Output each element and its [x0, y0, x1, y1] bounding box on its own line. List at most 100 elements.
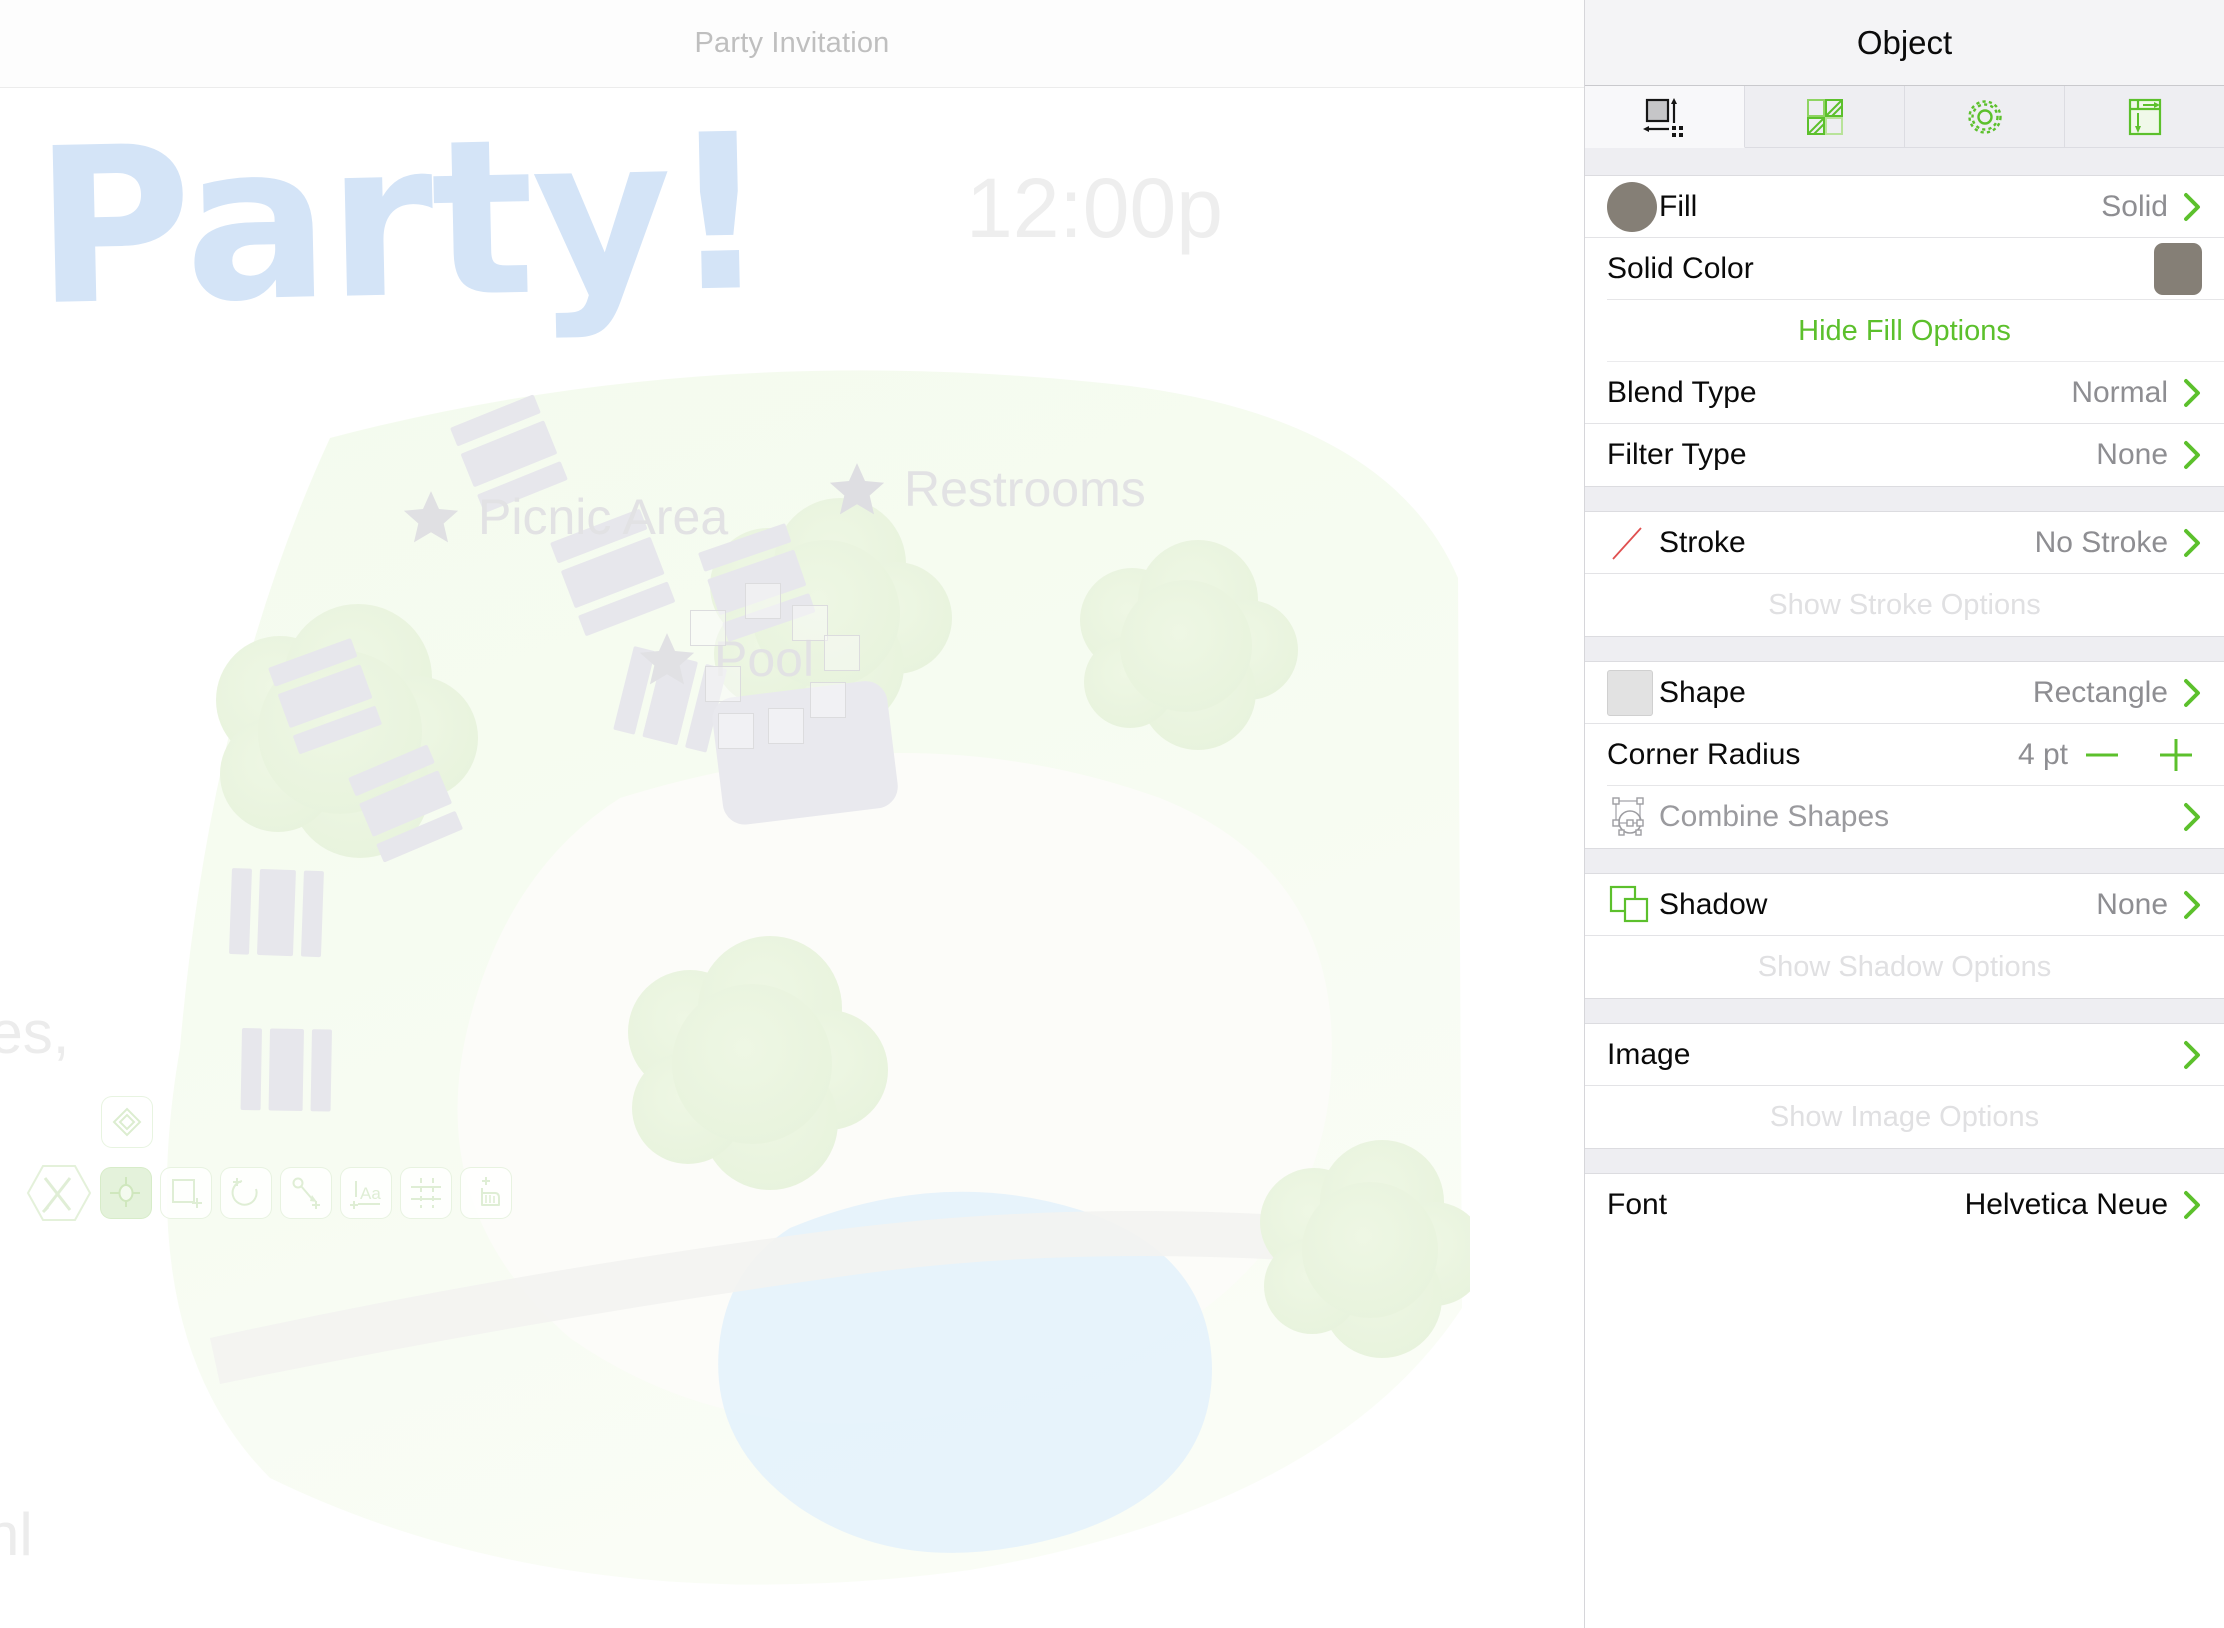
drawing-toolbar[interactable]: Aa [26, 1164, 512, 1222]
row-value: None [2096, 888, 2168, 921]
row-label: Blend Type [1607, 376, 1757, 409]
tab-geometry[interactable] [1585, 86, 1745, 148]
row-blend-type[interactable]: Blend Type Normal [1585, 362, 2224, 424]
tab-layout[interactable] [2065, 86, 2224, 148]
hero-headline-text[interactable]: l Party! [0, 88, 769, 356]
section-gap [1585, 148, 2224, 176]
app-root: Party Invitation l Party! 12:00p [0, 0, 2224, 1628]
inspector-tabs[interactable] [1585, 86, 2224, 148]
add-rectangle-icon [172, 1179, 202, 1208]
map-marker-pool[interactable]: Pool [636, 628, 814, 690]
map-marker-restrooms[interactable]: Restrooms [826, 458, 1146, 520]
map-marker-label: Picnic Area [478, 489, 729, 545]
inspector-title: Object [1856, 23, 1953, 61]
link-label: Show Shadow Options [1757, 950, 2052, 983]
chevron-right-icon [2184, 891, 2200, 919]
link-label: Hide Fill Options [1798, 314, 2011, 347]
tab-style[interactable] [1745, 86, 1905, 148]
row-label: Fill [1659, 190, 1698, 223]
canvas-page[interactable]: l Party! 12:00p [0, 88, 1584, 1628]
add-guides-icon [411, 1178, 441, 1208]
object-inspector-panel[interactable]: Object Fill Solid Solid Color Hide Fill … [1584, 0, 2224, 1628]
star-icon [829, 463, 885, 515]
link-label: Show Stroke Options [1768, 588, 2041, 621]
map-marker-picnic-area[interactable]: Picnic Area [400, 486, 728, 548]
inspector-header: Object [1585, 0, 2224, 86]
chevron-right-icon [2184, 1191, 2200, 1219]
section-gap [1585, 486, 2224, 512]
section-gap [1585, 848, 2224, 874]
tool-add-rectangle[interactable] [160, 1167, 212, 1219]
tool-add-pen-path[interactable] [280, 1167, 332, 1219]
hero-time-text[interactable]: 12:00p [966, 160, 1223, 257]
fill-pattern-icon [1806, 98, 1843, 135]
row-label: Stroke [1659, 526, 1746, 559]
chevron-right-icon [2184, 679, 2200, 707]
chevron-right-icon [2184, 441, 2200, 469]
shadow-squares-icon [1607, 882, 1659, 928]
show-stroke-options-button[interactable]: Show Stroke Options [1585, 574, 2224, 636]
tool-add-guides[interactable] [400, 1167, 452, 1219]
tool-draw[interactable] [26, 1164, 92, 1222]
combine-shapes-icon [1607, 794, 1659, 840]
add-text-icon: Aa [350, 1181, 381, 1209]
fill-color-circle-icon [1607, 182, 1659, 232]
row-label: Corner Radius [1607, 738, 1801, 771]
touch-hand-icon [481, 1177, 500, 1206]
tool-touch-hand[interactable] [460, 1167, 512, 1219]
row-solid-color[interactable]: Solid Color [1585, 238, 2224, 300]
row-fill[interactable]: Fill Solid [1585, 176, 2224, 238]
body-text-fragment-2[interactable]: nl [0, 1500, 33, 1569]
document-title: Party Invitation [694, 27, 890, 59]
star-icon [639, 633, 695, 685]
corner-radius-value: 4 pt [2017, 738, 2068, 771]
canvas-area[interactable]: Party Invitation l Party! 12:00p [0, 0, 1584, 1628]
row-value: Normal [2071, 376, 2168, 409]
pencil-pen-cross-icon [26, 1165, 92, 1221]
row-filter-type[interactable]: Filter Type None [1585, 424, 2224, 486]
row-font[interactable]: Font Helvetica Neue [1585, 1174, 2224, 1236]
size-arrows-icon [1642, 97, 1683, 137]
minus-icon[interactable] [2082, 735, 2122, 775]
shape-popover-button[interactable] [101, 1096, 153, 1148]
row-label: Filter Type [1607, 438, 1747, 471]
row-label: Combine Shapes [1659, 800, 1890, 833]
show-shadow-options-button[interactable]: Show Shadow Options [1585, 936, 2224, 998]
show-image-options-button[interactable]: Show Image Options [1585, 1086, 2224, 1148]
chevron-right-icon [2184, 1041, 2200, 1069]
hide-fill-options-button[interactable]: Hide Fill Options [1585, 300, 2224, 362]
chevron-right-icon [2184, 193, 2200, 221]
row-value: No Stroke [2034, 526, 2168, 559]
svg-text:Aa: Aa [360, 1184, 381, 1203]
tool-point-select[interactable] [100, 1167, 152, 1219]
tool-add-circle[interactable] [220, 1167, 272, 1219]
section-gap [1585, 1148, 2224, 1174]
row-label: Font [1607, 1188, 1668, 1221]
row-label: Shape [1659, 676, 1746, 709]
row-corner-radius[interactable]: Corner Radius 4 pt [1585, 724, 2224, 786]
plus-icon[interactable] [2156, 735, 2196, 775]
add-circle-icon [231, 1178, 258, 1206]
tool-add-text[interactable]: Aa [340, 1167, 392, 1219]
map-marker-label: Restrooms [904, 461, 1146, 517]
row-label: Solid Color [1607, 252, 1754, 285]
row-stroke[interactable]: Stroke No Stroke [1585, 512, 2224, 574]
text-layout-icon [2128, 98, 2161, 135]
gear-icon [1967, 99, 2002, 134]
row-value: None [2096, 438, 2168, 471]
row-shape[interactable]: Shape Rectangle [1585, 662, 2224, 724]
tab-settings[interactable] [1905, 86, 2065, 148]
stroke-line-icon [1607, 521, 1659, 565]
inspector-content[interactable]: Fill Solid Solid Color Hide Fill Options… [1585, 148, 2224, 1236]
add-pen-path-icon [292, 1177, 320, 1209]
row-value: Helvetica Neue [1964, 1188, 2168, 1221]
solid-color-swatch[interactable] [2154, 243, 2202, 295]
section-gap [1585, 998, 2224, 1024]
document-titlebar: Party Invitation [0, 0, 1584, 88]
row-combine-shapes[interactable]: Combine Shapes [1585, 786, 2224, 848]
park-map-illustration[interactable] [150, 328, 1470, 1618]
row-image[interactable]: Image [1585, 1024, 2224, 1086]
body-text-fragment-1[interactable]: les, [0, 998, 69, 1067]
row-label: Shadow [1659, 888, 1768, 921]
row-shadow[interactable]: Shadow None [1585, 874, 2224, 936]
